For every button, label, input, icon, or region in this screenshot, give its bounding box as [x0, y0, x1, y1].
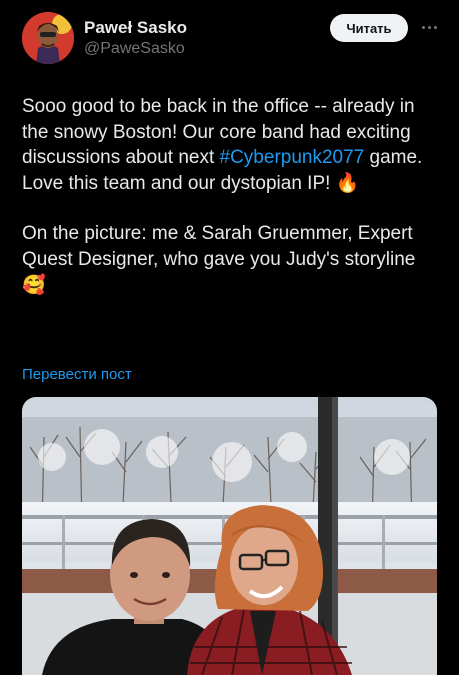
- avatar[interactable]: [22, 12, 74, 64]
- tweet-header: Paweł Sasko @PaweSasko Читать: [22, 12, 442, 66]
- smiling-hearts-emoji-icon: 🥰: [22, 274, 46, 296]
- tweet-photo[interactable]: [22, 397, 437, 675]
- follow-button[interactable]: Читать: [330, 14, 408, 42]
- author-name[interactable]: Paweł Sasko: [84, 18, 187, 38]
- hashtag-link[interactable]: #Cyberpunk2077: [220, 147, 365, 168]
- translate-link[interactable]: Перевести пост: [22, 366, 132, 383]
- more-dots-icon[interactable]: [418, 16, 440, 38]
- tweet-text: Sooo good to be back in the office -- al…: [22, 94, 442, 298]
- fire-emoji-icon: 🔥: [335, 172, 360, 194]
- author-handle[interactable]: @PaweSasko: [84, 40, 185, 58]
- tweet-text-part: On the picture: me & Sarah Gruemmer, Exp…: [22, 223, 416, 270]
- tweet-paragraph-1: Sooo good to be back in the office -- al…: [22, 94, 442, 196]
- tweet-paragraph-2: On the picture: me & Sarah Gruemmer, Exp…: [22, 221, 442, 298]
